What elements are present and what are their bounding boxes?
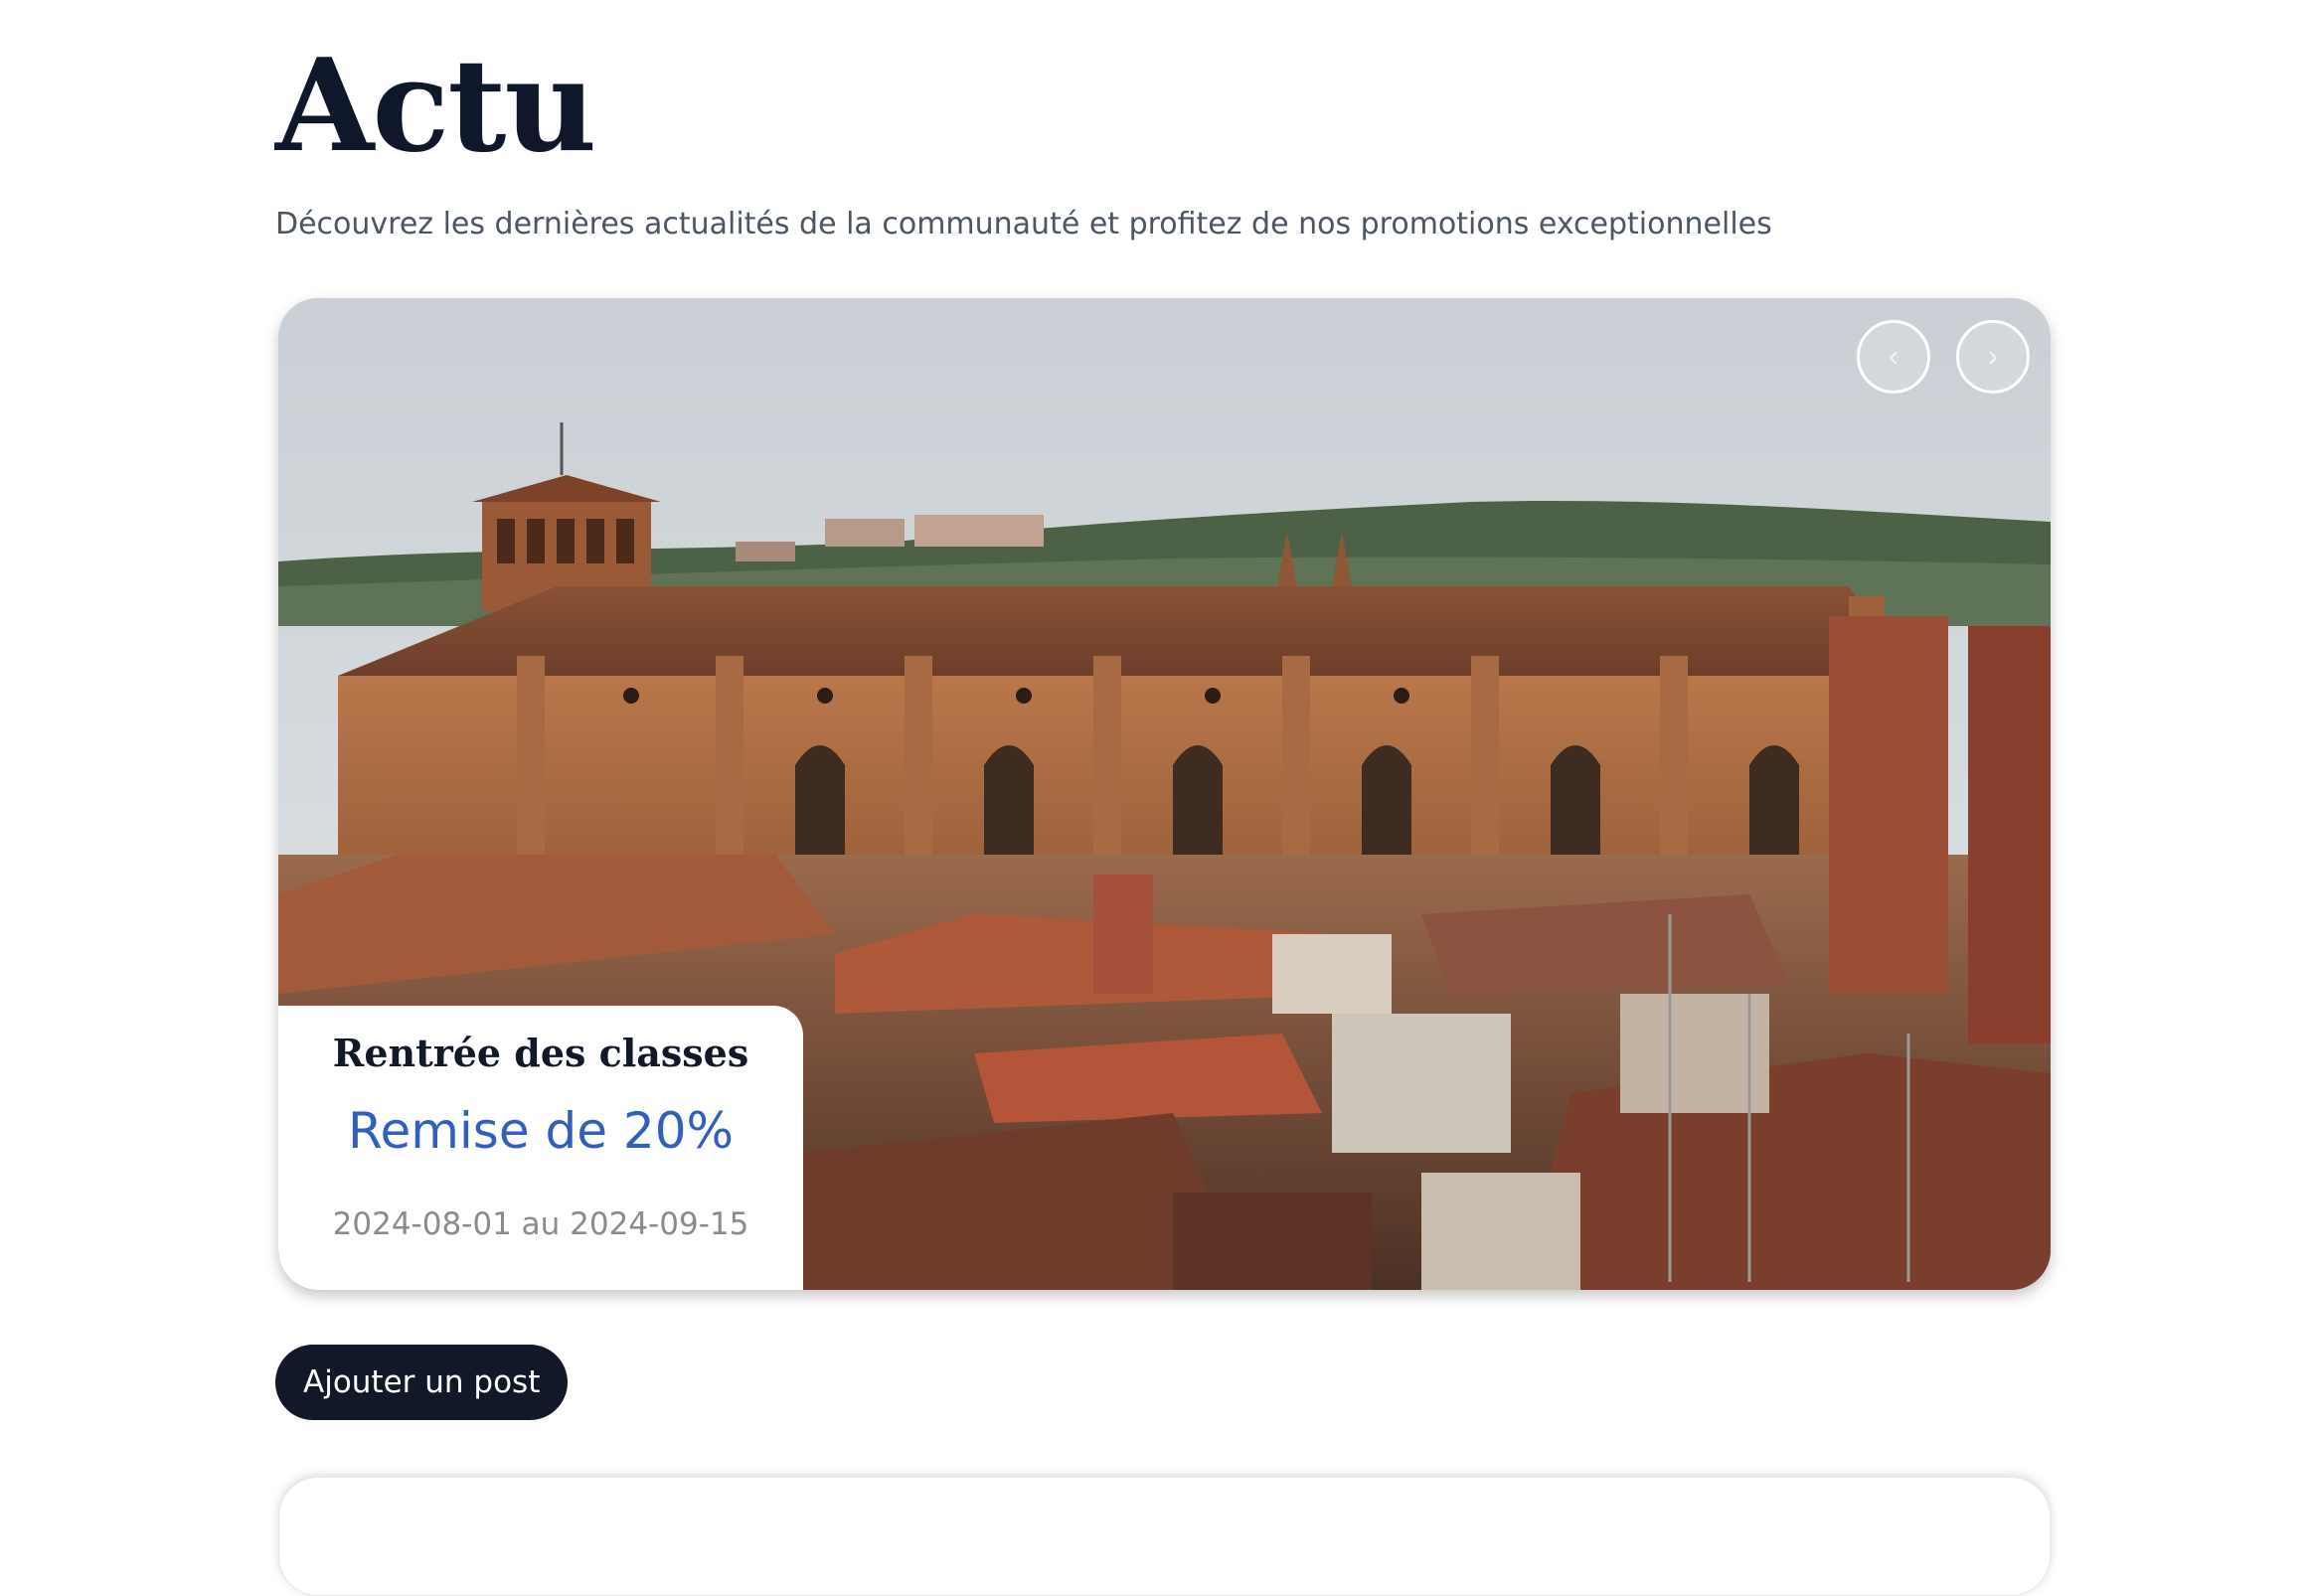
chevron-right-icon: › [1988, 340, 1998, 373]
actu-page: Actu Découvrez les dernières actualités … [275, 0, 2051, 1596]
promo-discount: Remise de 20% [347, 1102, 735, 1160]
promo-carousel: ‹ › Rentrée des classes Remise de 20% 20… [278, 298, 2051, 1290]
post-card [278, 1477, 2051, 1596]
carousel-prev-button[interactable]: ‹ [1857, 320, 1930, 394]
promo-card[interactable]: Rentrée des classes Remise de 20% 2024-0… [278, 1006, 803, 1290]
add-post-button[interactable]: Ajouter un post [275, 1345, 569, 1420]
page-subtitle: Découvrez les dernières actualités de la… [275, 207, 1772, 241]
promo-dates: 2024-08-01 au 2024-09-15 [332, 1206, 749, 1242]
promo-title: Rentrée des classes [332, 1031, 749, 1075]
chevron-left-icon: ‹ [1889, 340, 1898, 373]
page-title: Actu [275, 32, 596, 181]
carousel-next-button[interactable]: › [1956, 320, 2030, 394]
